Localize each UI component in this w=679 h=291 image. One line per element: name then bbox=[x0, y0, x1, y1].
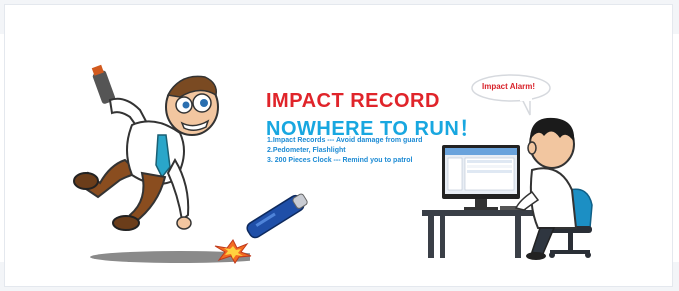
impact-spark-icon bbox=[214, 239, 252, 264]
patrol-device-icon bbox=[246, 193, 308, 239]
headline-impact-record: IMPACT RECORD bbox=[266, 90, 440, 112]
feature-item: 1.Impact Records --- Avoid damage from g… bbox=[267, 137, 423, 144]
computer-monitor-icon bbox=[442, 145, 520, 210]
feature-item: 2.Pedometer, Flashlight bbox=[267, 147, 346, 154]
feature-list: 1.Impact Records --- Avoid damage from g… bbox=[267, 136, 422, 166]
feature-item: 3. 200 Pieces Clock --- Remind you to pa… bbox=[267, 157, 413, 164]
office-worker-illustration bbox=[422, 117, 593, 260]
running-man-illustration bbox=[73, 64, 250, 263]
speech-bubble-text: Impact Alarm! bbox=[482, 82, 536, 91]
